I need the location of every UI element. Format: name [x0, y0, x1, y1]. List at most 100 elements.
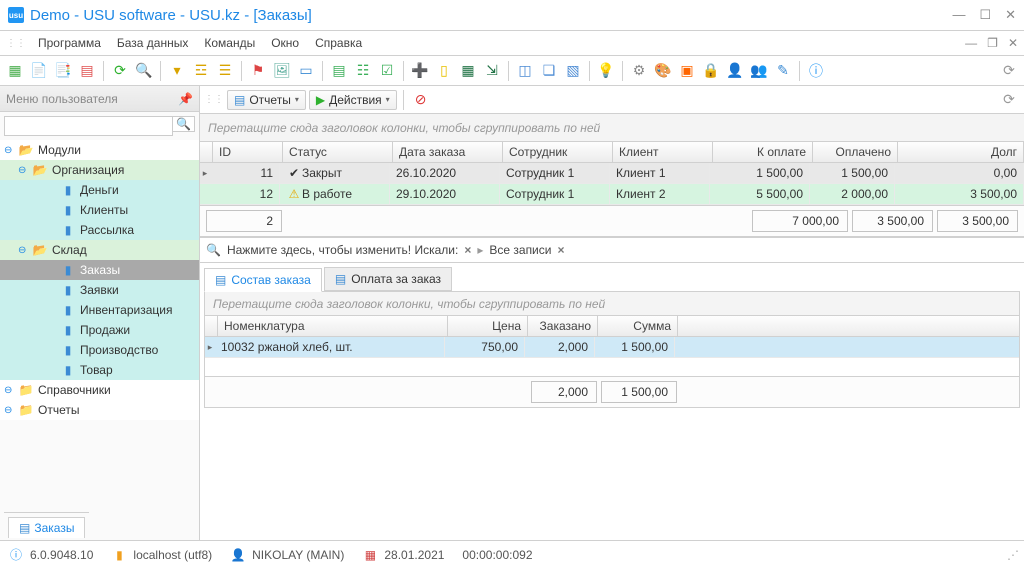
expand-icon[interactable]: ⊖	[18, 165, 32, 176]
tb-user-icon[interactable]: 👤	[724, 60, 746, 82]
tb-filter-icon[interactable]: ▾	[166, 60, 188, 82]
tree-item[interactable]: ⊖📁Отчеты	[0, 400, 199, 420]
child-close-button[interactable]: ✕	[1008, 36, 1018, 50]
tb-search-icon[interactable]: 🔍	[133, 60, 155, 82]
table-row[interactable]: 12⚠В работе29.10.2020Сотрудник 1Клиент 2…	[200, 184, 1024, 205]
tb-lock-icon[interactable]: 🔒	[700, 60, 722, 82]
book-icon: ▮	[60, 263, 76, 277]
tb-cascade-icon[interactable]: ❏	[538, 60, 560, 82]
orders-grid-header: ID Статус Дата заказа Сотрудник Клиент К…	[200, 142, 1024, 163]
tb-note-icon[interactable]: ▯	[433, 60, 455, 82]
tb-gear-icon[interactable]: ⚙	[628, 60, 650, 82]
expand-icon[interactable]: ⊖	[4, 405, 18, 416]
col-id[interactable]: ID	[213, 142, 283, 162]
menu-help[interactable]: Справка	[307, 33, 370, 53]
workspace-tab-orders[interactable]: ▤ Заказы	[8, 517, 85, 538]
filter-chip[interactable]: Все записи	[489, 243, 551, 257]
col-date[interactable]: Дата заказа	[393, 142, 503, 162]
dcol-nom[interactable]: Номенклатура	[218, 316, 448, 336]
detail-row[interactable]: ▸ 10032 ржаной хлеб, шт. 750,00 2,000 1 …	[205, 337, 1019, 358]
tb-delete-icon[interactable]: ▤	[76, 60, 98, 82]
expand-icon[interactable]: ⊖	[4, 385, 18, 396]
tree-item[interactable]: ▮Инвентаризация	[0, 300, 199, 320]
col-status[interactable]: Статус	[283, 142, 393, 162]
menu-window[interactable]: Окно	[263, 33, 307, 53]
menu-commands[interactable]: Команды	[196, 33, 263, 53]
tb-open-icon[interactable]: 📄	[28, 60, 50, 82]
col-pay[interactable]: К оплате	[713, 142, 813, 162]
filter-chip-remove-icon[interactable]: ×	[557, 243, 564, 257]
tb-rss-icon[interactable]: ▣	[676, 60, 698, 82]
tab-order-payments[interactable]: ▤ Оплата за заказ	[324, 267, 452, 291]
col-emp[interactable]: Сотрудник	[503, 142, 613, 162]
tb-flag-icon[interactable]: ⚑	[247, 60, 269, 82]
tree-item[interactable]: ⊖📁Справочники	[0, 380, 199, 400]
detail-group-hint[interactable]: Перетащите сюда заголовок колонки, чтобы…	[205, 292, 1019, 316]
tb-tile-icon[interactable]: ▧	[562, 60, 584, 82]
reports-label: Отчеты	[249, 93, 290, 107]
dcol-qty[interactable]: Заказано	[528, 316, 598, 336]
tab-order-items[interactable]: ▤ Состав заказа	[204, 268, 322, 292]
dcol-price[interactable]: Цена	[448, 316, 528, 336]
tree-item[interactable]: ▮Заявки	[0, 280, 199, 300]
expand-icon[interactable]: ⊖	[18, 245, 32, 256]
group-hint[interactable]: Перетащите сюда заголовок колонки, чтобы…	[200, 114, 1024, 142]
close-button[interactable]: ✕	[1005, 7, 1016, 23]
dcol-sum[interactable]: Сумма	[598, 316, 678, 336]
tree-item[interactable]: ▮Продажи	[0, 320, 199, 340]
minimize-button[interactable]: —	[952, 7, 965, 23]
tb-broom-icon[interactable]: ✎	[772, 60, 794, 82]
tb-add-icon[interactable]: ➕	[409, 60, 431, 82]
tb-users-icon[interactable]: 👥	[748, 60, 770, 82]
tree-item[interactable]: ▮Деньги	[0, 180, 199, 200]
tree-item[interactable]: ▮Товар	[0, 360, 199, 380]
tree-item[interactable]: ▮Клиенты	[0, 200, 199, 220]
tb-check-icon[interactable]: ☑	[376, 60, 398, 82]
tree-item[interactable]: ▮Рассылка	[0, 220, 199, 240]
tb-doc-icon[interactable]: ▭	[295, 60, 317, 82]
tb-copy-icon[interactable]: 📑	[52, 60, 74, 82]
maximize-button[interactable]: ☐	[979, 7, 991, 23]
col-debt[interactable]: Долг	[898, 142, 1024, 162]
tb-info-icon[interactable]: ⓘ	[805, 60, 827, 82]
reports-button[interactable]: ▤ Отчеты ▾	[227, 90, 306, 110]
tb-excel-icon[interactable]: ▦	[457, 60, 479, 82]
tb-filter3-icon[interactable]: ☰	[214, 60, 236, 82]
tab-icon: ▤	[215, 273, 226, 287]
tb-filter2-icon[interactable]: ☲	[190, 60, 212, 82]
filter-bar[interactable]: 🔍 Нажмите здесь, чтобы изменить! Искали:…	[200, 237, 1024, 263]
resize-grip-icon[interactable]: ⋰	[1007, 548, 1016, 562]
tb-refresh-icon[interactable]: ⟳	[109, 60, 131, 82]
tb-new-icon[interactable]: ▦	[4, 60, 26, 82]
tb-palette-icon[interactable]: 🎨	[652, 60, 674, 82]
menu-database[interactable]: База данных	[109, 33, 196, 53]
menu-program[interactable]: Программа	[30, 33, 109, 53]
tree-search-icon[interactable]: 🔍	[173, 116, 195, 132]
child-minimize-button[interactable]: —	[965, 36, 977, 50]
table-row[interactable]: ▸11✔Закрыт26.10.2020Сотрудник 1Клиент 11…	[200, 163, 1024, 184]
tree-search-input[interactable]	[4, 116, 173, 136]
tb-more-icon[interactable]: ⟳	[998, 60, 1020, 82]
tb-window-icon[interactable]: ◫	[514, 60, 536, 82]
stop-icon[interactable]: ⊘	[410, 89, 432, 111]
tree-item[interactable]: ▮Производство	[0, 340, 199, 360]
cell-date: 29.10.2020	[390, 184, 500, 204]
tree-item[interactable]: ⊖📂Организация	[0, 160, 199, 180]
child-restore-button[interactable]: ❐	[987, 36, 998, 50]
tb-list-icon[interactable]: ▤	[328, 60, 350, 82]
tb-tree-icon[interactable]: ☷	[352, 60, 374, 82]
pin-icon[interactable]: 📌	[178, 92, 193, 106]
filter-clear-icon[interactable]: ×	[464, 243, 471, 257]
tb-bulb-icon[interactable]: 💡	[595, 60, 617, 82]
tb-image-icon[interactable]: 🖼	[271, 60, 293, 82]
actions-button[interactable]: ▶ Действия ▾	[309, 90, 397, 110]
tree-item[interactable]: ⊖📂Склад	[0, 240, 199, 260]
more-icon[interactable]: ⟳	[998, 89, 1020, 111]
col-paid[interactable]: Оплачено	[813, 142, 898, 162]
tree-item[interactable]: ⊖📂Модули	[0, 140, 199, 160]
tb-export-icon[interactable]: ⇲	[481, 60, 503, 82]
tree-item[interactable]: ▮Заказы	[0, 260, 199, 280]
tree-item-label: Производство	[80, 343, 158, 357]
expand-icon[interactable]: ⊖	[4, 145, 18, 156]
col-client[interactable]: Клиент	[613, 142, 713, 162]
